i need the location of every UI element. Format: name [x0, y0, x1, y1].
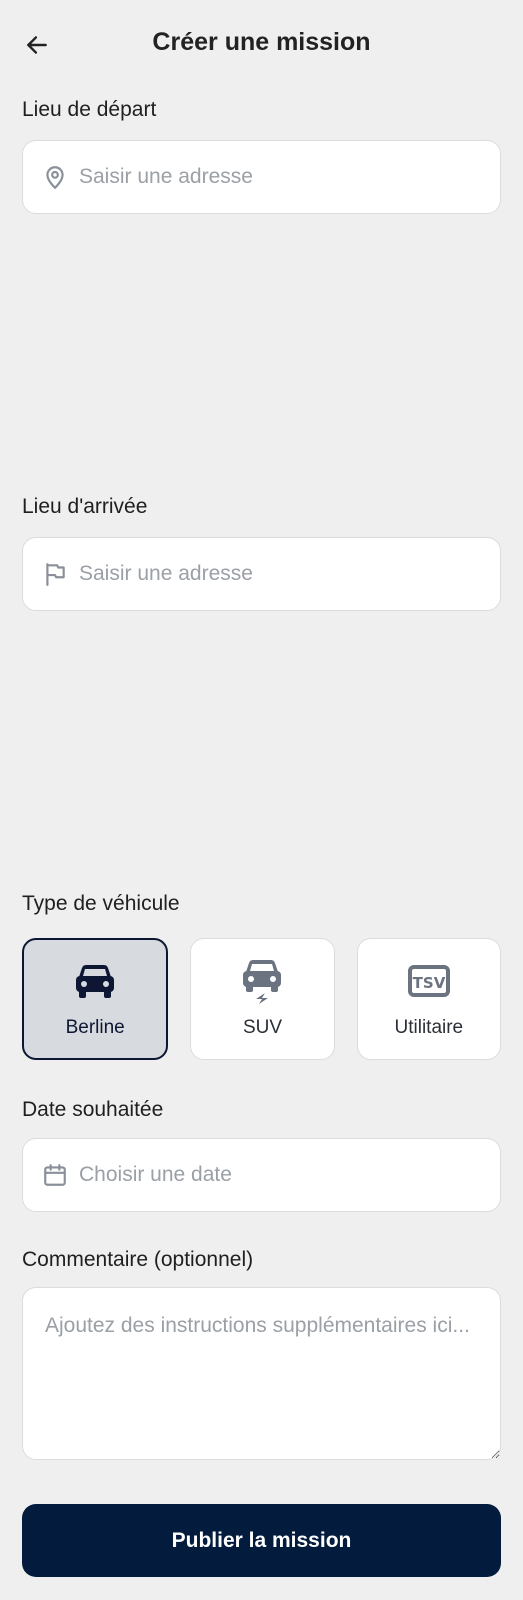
page-title: Créer une mission	[152, 28, 371, 56]
vehicle-option-label: SUV	[242, 1017, 283, 1038]
departure-input[interactable]	[79, 165, 479, 189]
vehicle-option-berline[interactable]: Berline	[22, 938, 169, 1060]
vehicle-type-label: Type de véhicule	[22, 892, 180, 915]
vehicle-option-utilitaire[interactable]: TSV Utilitaire	[356, 938, 501, 1060]
tsv-icon: TSV	[407, 959, 451, 1005]
comment-textarea[interactable]	[22, 1287, 501, 1460]
vehicle-option-label: Berline	[65, 1017, 125, 1038]
flag-icon	[41, 560, 69, 588]
electric-car-icon	[240, 959, 284, 1005]
date-label: Date souhaitée	[22, 1098, 164, 1121]
app-header: Créer une mission	[0, 0, 523, 88]
arrival-label: Lieu d'arrivée	[22, 495, 148, 518]
create-mission-screen: Créer une mission Lieu de départ Lieu d'…	[0, 0, 523, 1600]
car-icon	[73, 959, 117, 1005]
departure-field[interactable]	[22, 140, 501, 214]
svg-text:TSV: TSV	[412, 974, 445, 992]
publish-mission-button[interactable]: Publier la mission	[22, 1504, 501, 1577]
comment-label: Commentaire (optionnel)	[22, 1248, 254, 1271]
date-input[interactable]	[79, 1163, 479, 1187]
arrival-input[interactable]	[79, 562, 479, 586]
map-pin-icon	[41, 163, 69, 191]
departure-label: Lieu de départ	[22, 98, 157, 121]
vehicle-type-options: Berline SUV TSV Utilitaire	[22, 938, 501, 1062]
calendar-icon	[41, 1161, 69, 1189]
vehicle-option-label: Utilitaire	[394, 1017, 464, 1038]
vehicle-option-suv[interactable]: SUV	[190, 938, 335, 1060]
arrival-field[interactable]	[22, 537, 501, 611]
date-field[interactable]	[22, 1138, 501, 1212]
